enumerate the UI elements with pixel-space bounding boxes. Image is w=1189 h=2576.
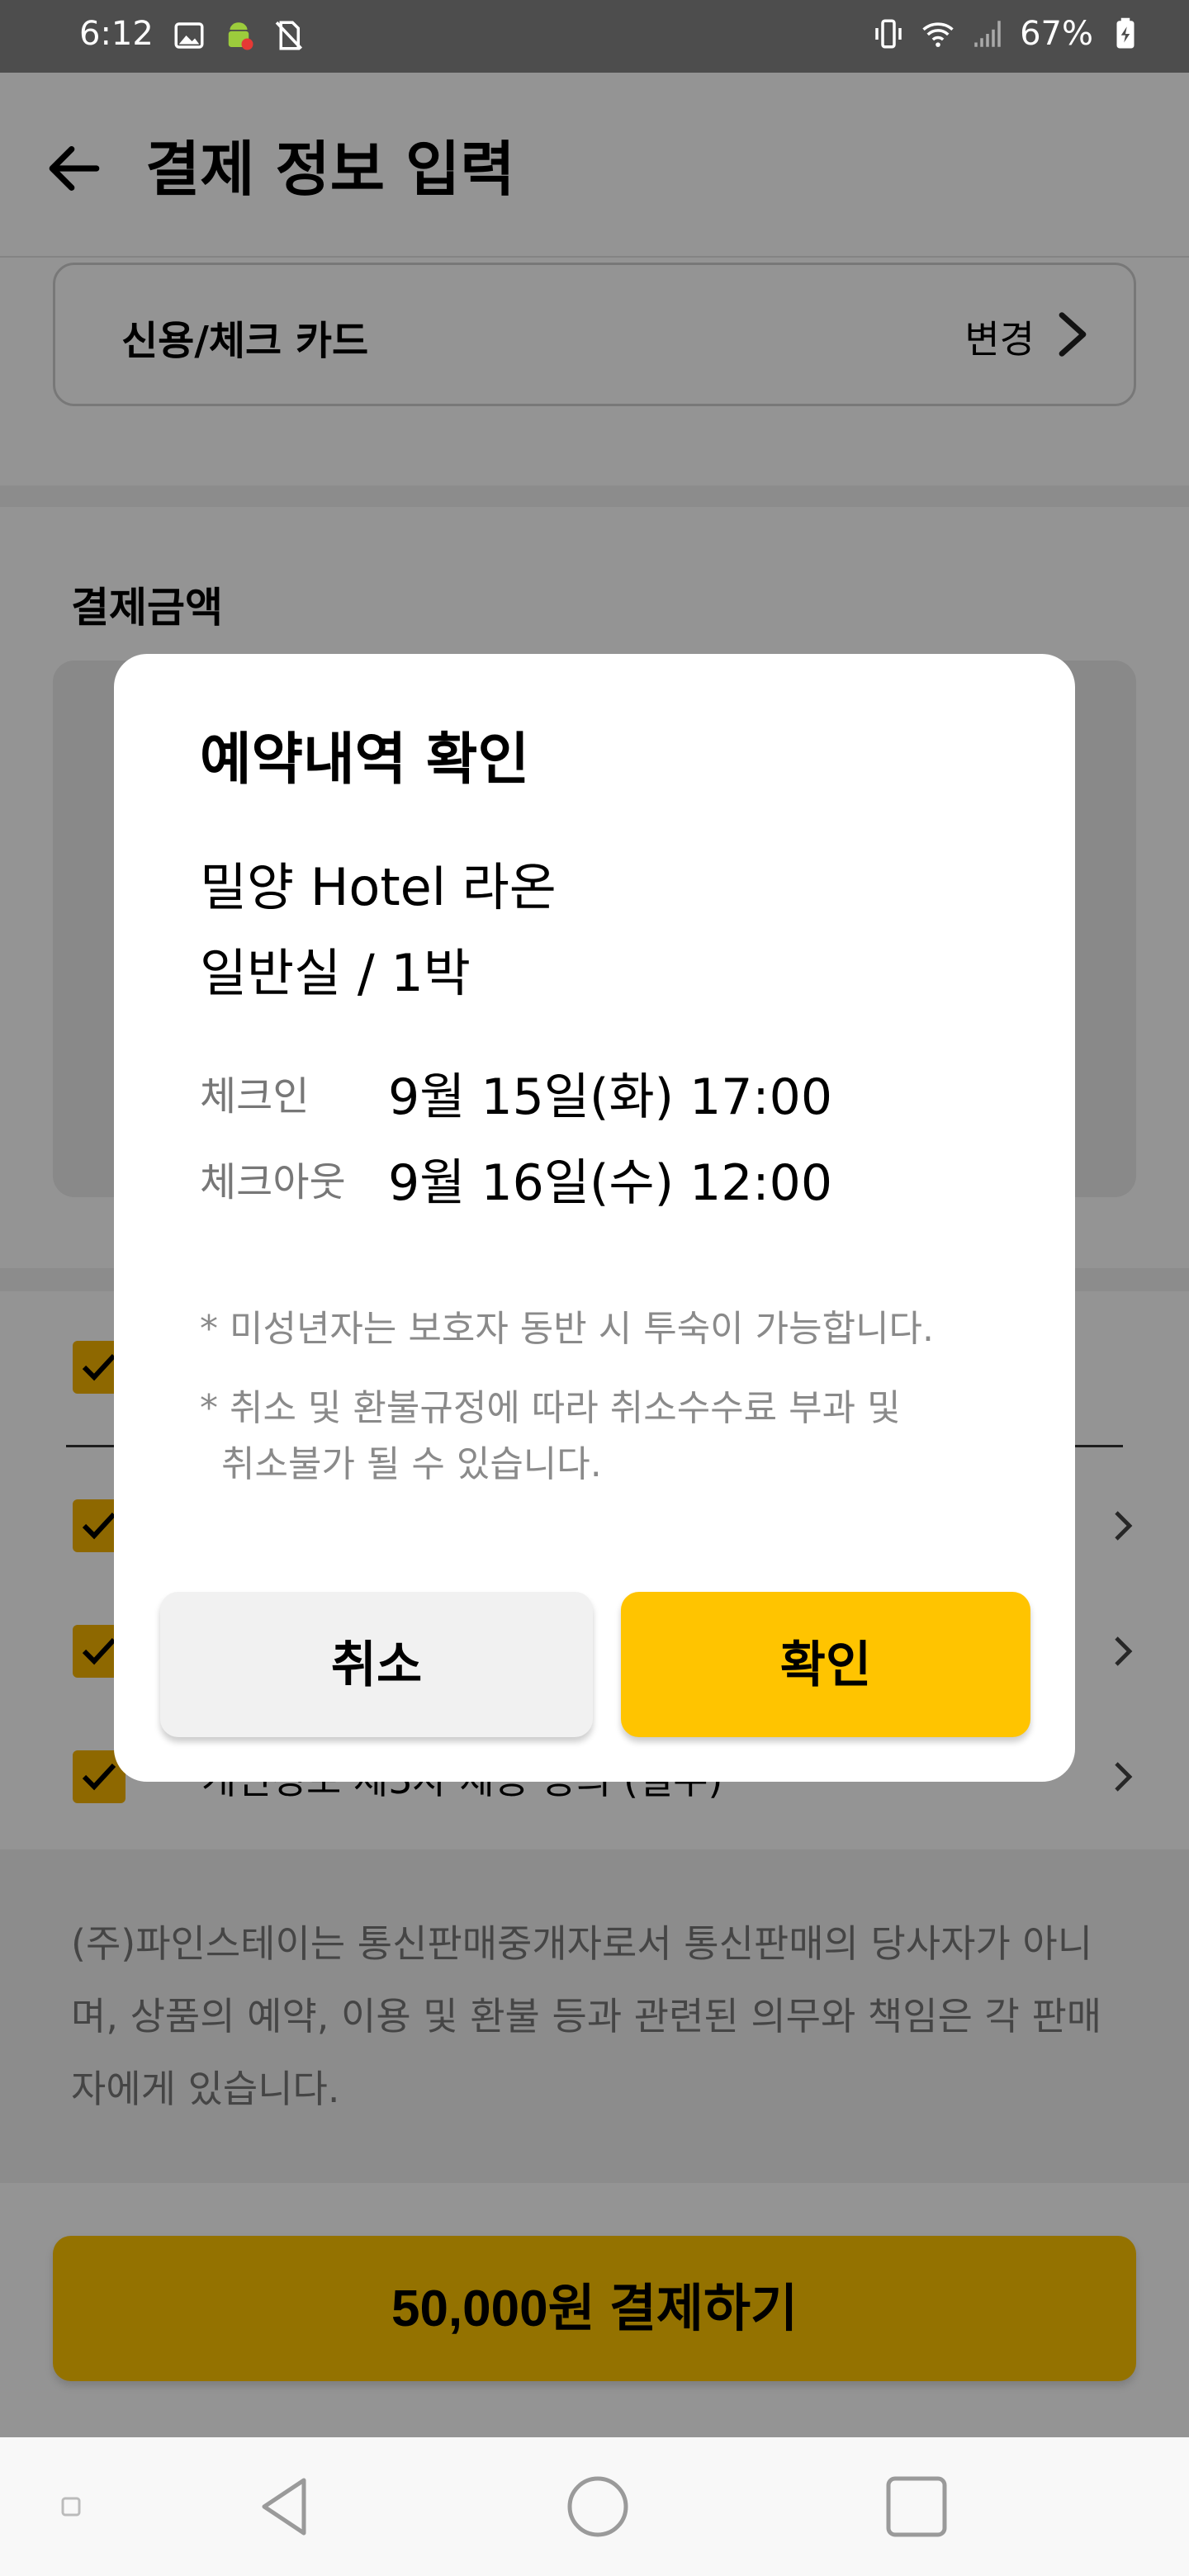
confirm-button-label: 확인: [779, 1636, 872, 1694]
battery-percent: 67%: [1020, 15, 1093, 53]
cancellation-note: * 취소 및 환불규정에 따라 취소수수료 부과 및: [200, 1387, 901, 1429]
system-navigation-bar: [0, 2437, 1189, 2576]
android-debug-icon: [228, 22, 253, 50]
screen-pin-icon[interactable]: [61, 2497, 83, 2518]
checkin-value: 9월 15일(화) 17:00: [388, 1068, 832, 1126]
hotel-name: 밀양 Hotel 라온: [200, 857, 557, 917]
cancel-button-label: 취소: [330, 1636, 423, 1694]
checkout-value: 9월 16일(수) 12:00: [388, 1154, 832, 1212]
wifi-icon: [922, 22, 954, 47]
minor-guest-note: * 미성년자는 보호자 동반 시 투숙이 가능합니다.: [200, 1308, 935, 1350]
no-sim-icon: [275, 21, 303, 50]
cancel-button[interactable]: 취소: [160, 1592, 593, 1737]
back-nav-icon[interactable]: [253, 2474, 319, 2540]
cancellation-note-cont: 취소불가 될 수 있습니다.: [221, 1443, 602, 1485]
recents-nav-icon[interactable]: [883, 2474, 950, 2540]
reservation-confirm-dialog: 예약내역 확인 밀양 Hotel 라온 일반실 / 1박 체크인 9월 15일(…: [114, 654, 1075, 1782]
status-left-icons: [172, 18, 306, 53]
image-icon: [174, 22, 204, 49]
status-right-icons: 67%: [871, 15, 1143, 53]
dialog-title: 예약내역 확인: [200, 727, 530, 793]
battery-charging-icon: [1116, 17, 1135, 49]
checkin-label: 체크인: [200, 1073, 310, 1120]
signal-icon: [974, 21, 1001, 47]
home-nav-icon[interactable]: [565, 2474, 631, 2540]
checkout-label: 체크아웃: [200, 1159, 346, 1205]
confirm-button[interactable]: 확인: [621, 1592, 1030, 1737]
status-time: 6:12: [79, 15, 154, 53]
status-bar: 6:12 67%: [0, 0, 1189, 73]
vibrate-icon: [875, 19, 902, 49]
room-info: 일반실 / 1박: [200, 943, 471, 1003]
